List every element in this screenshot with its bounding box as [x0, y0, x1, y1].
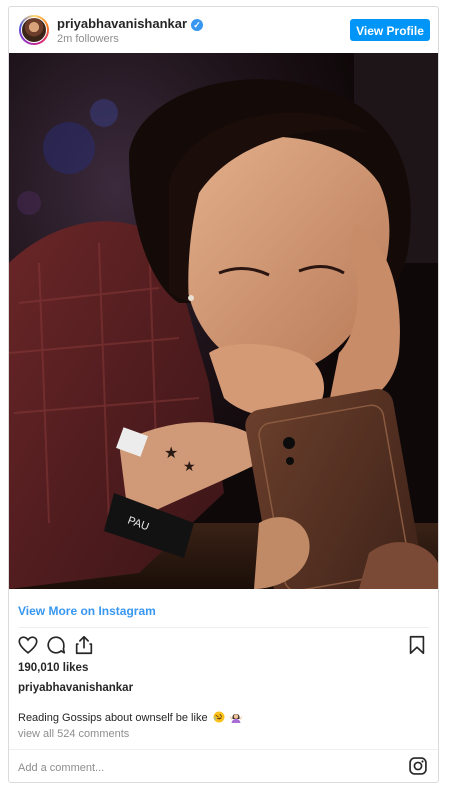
share-icon[interactable] — [73, 634, 95, 656]
caption-text: Reading Gossips about ownself be like — [18, 712, 208, 724]
verified-badge-icon: ✓ — [191, 19, 204, 31]
add-comment-input[interactable] — [18, 758, 398, 778]
instagram-embed-card: priyabhavanishankar ✓ 2m followers View P… — [8, 6, 439, 783]
svg-text:★: ★ — [164, 443, 178, 462]
username-row[interactable]: priyabhavanishankar ✓ — [57, 16, 204, 31]
divider — [9, 749, 438, 750]
bookmark-icon[interactable] — [406, 634, 428, 656]
view-more-on-instagram-link[interactable]: View More on Instagram — [18, 604, 156, 618]
view-all-comments-link[interactable]: view all 524 comments — [18, 728, 129, 740]
profile-picture — [21, 17, 47, 43]
woman-shrugging-emoji — [229, 714, 242, 723]
divider — [18, 627, 429, 628]
heart-icon[interactable] — [17, 634, 39, 656]
caption-username[interactable]: priyabhavanishankar — [18, 682, 133, 694]
follower-count: 2m followers — [57, 33, 119, 45]
username[interactable]: priyabhavanishankar — [57, 16, 187, 31]
caption: Reading Gossips about ownself be like — [18, 711, 242, 724]
like-count[interactable]: 190,010 likes — [18, 662, 88, 674]
post-header: priyabhavanishankar ✓ 2m followers View P… — [9, 7, 438, 53]
view-profile-button[interactable]: View Profile — [350, 19, 430, 41]
avatar[interactable] — [19, 15, 49, 45]
post-photo[interactable]: PAU ★ ★ — [9, 53, 438, 589]
instagram-logo-icon[interactable] — [408, 756, 428, 776]
svg-text:★: ★ — [183, 459, 196, 475]
rolling-on-floor-laughing-emoji — [213, 711, 225, 723]
comment-bubble-icon[interactable] — [45, 634, 67, 656]
